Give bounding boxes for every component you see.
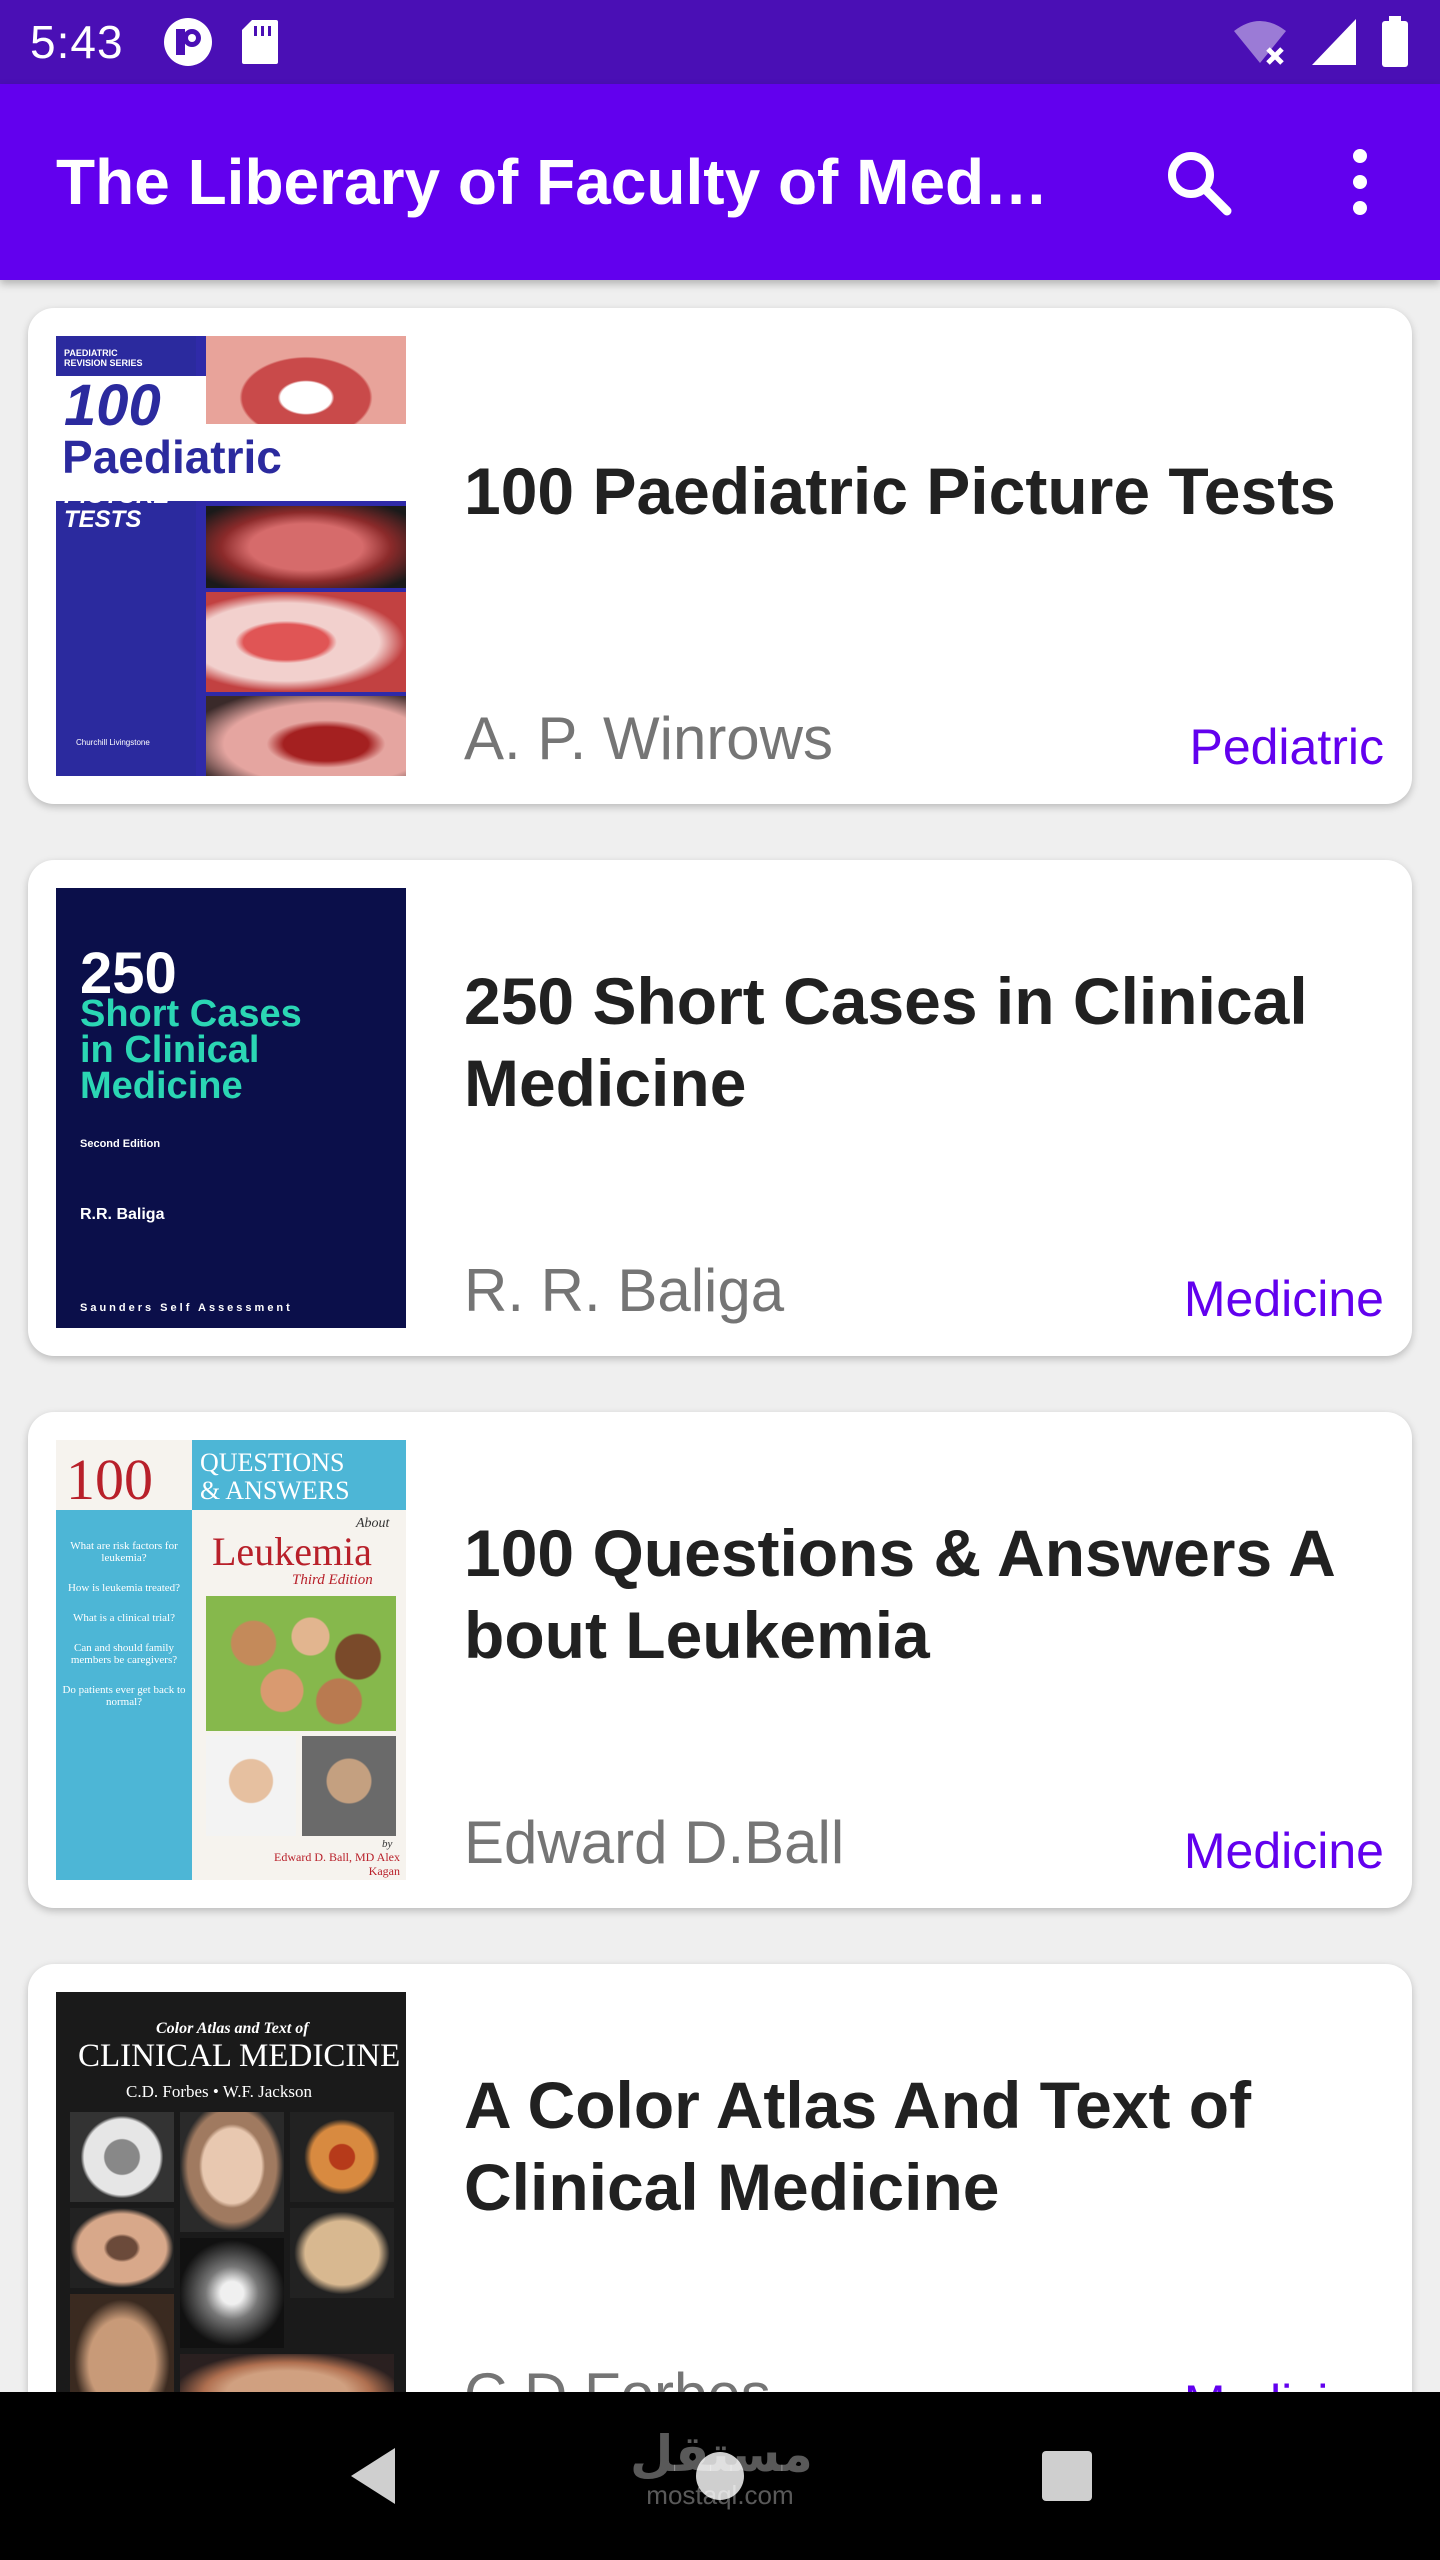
app-title: The Liberary of Faculty of Med… [56, 146, 1049, 218]
cover-photo-abdomen [290, 2208, 394, 2298]
book-card[interactable]: 100 QUESTIONS & ANSWERS What are risk fa… [28, 1412, 1412, 1908]
cover-qa2: & ANSWERS [200, 1476, 350, 1505]
cover-photo-retina [290, 2112, 394, 2202]
book-cover-image: Color Atlas and Text of CLINICAL MEDICIN… [56, 1992, 406, 2392]
book-list[interactable]: PAEDIATRIC REVISION SERIES 100 Paediatri… [0, 280, 1440, 2392]
cover-photo-4 [206, 696, 406, 776]
cover-word: Paediatric [62, 431, 282, 483]
cover-photo-xray [70, 2112, 174, 2202]
cover-question: How is leukemia treated? [67, 1582, 181, 1594]
recents-button[interactable] [1007, 2416, 1127, 2536]
cover-authors: Edward D. Ball, MD Alex Kagan [274, 1850, 400, 1878]
book-title: A Color Atlas And Text of Clinical Medic… [464, 2068, 1252, 2224]
cover-series-text: PAEDIATRIC REVISION SERIES [64, 348, 143, 368]
cover-line2: TESTS [64, 506, 142, 533]
book-category[interactable]: Medicine [1184, 1822, 1384, 1880]
book-card[interactable]: PAEDIATRIC REVISION SERIES 100 Paediatri… [28, 308, 1412, 804]
book-author: A. P. Winrows [464, 705, 833, 772]
cover-photo-2 [206, 506, 406, 588]
book-category[interactable]: Medicine [1184, 1270, 1384, 1328]
cover-photo-skin [180, 2354, 394, 2392]
cover-authors: C.D. Forbes • W.F. Jackson [126, 2082, 312, 2101]
back-button[interactable] [313, 2416, 433, 2536]
book-title: 100 Questions & Answers A bout Leukemia [464, 1516, 1334, 1672]
cover-edition: Third Edition [292, 1572, 373, 1588]
book-title: 100 Paediatric Picture Tests [464, 454, 1336, 528]
screen: 5:43 The Liberary of Faculty of Med… PAE… [0, 0, 1440, 2560]
more-vert-icon [1353, 149, 1367, 215]
watermark-domain: mostaql.com [646, 2480, 794, 2510]
search-icon [1168, 152, 1232, 216]
book-cover-image: 100 QUESTIONS & ANSWERS What are risk fa… [56, 1440, 406, 1880]
cover-photo-nurse [206, 1736, 296, 1836]
cover-photo-scan [180, 2238, 284, 2348]
book-card[interactable]: 250 Short Cases in Clinical Medicine Sec… [28, 860, 1412, 1356]
cover-photo-eye [70, 2208, 174, 2288]
cover-publisher: Churchill Livingstone [76, 738, 150, 747]
book-category[interactable]: Pediatric [1189, 718, 1384, 776]
status-time: 5:43 [30, 16, 124, 68]
cover-author: R.R. Baliga [80, 1206, 165, 1223]
status-bar: 5:43 [0, 0, 1440, 84]
cover-question: Can and should family members be caregiv… [70, 1642, 178, 1666]
status-notification-icons [162, 16, 280, 68]
cover-question: What are risk factors for leukemia? [70, 1540, 178, 1564]
book-cover-image: PAEDIATRIC REVISION SERIES 100 Paediatri… [56, 336, 406, 776]
cover-photo-children [206, 1596, 396, 1731]
cover-photo-face [180, 2112, 284, 2232]
cover-by: by [382, 1838, 393, 1850]
cover-line1: Short Cases [80, 993, 302, 1035]
search-button[interactable] [1158, 142, 1238, 222]
back-triangle-icon [351, 2448, 396, 2504]
cover-question: What is a clinical trial? [72, 1612, 175, 1624]
cover-photo-1 [206, 336, 406, 424]
cover-word: Leukemia [212, 1529, 372, 1574]
cover-footer: Saunders Self Assessment [80, 1302, 293, 1314]
status-system-icons [1232, 16, 1410, 68]
cover-line2: in Clinical [80, 1029, 260, 1071]
cover-question-list: What are risk factors for leukemia? How … [62, 1540, 186, 1708]
cover-word: CLINICAL MEDICINE [78, 2038, 401, 2074]
app-bar: The Liberary of Faculty of Med… [0, 84, 1440, 280]
cover-top: Color Atlas and Text of [156, 2020, 309, 2037]
book-card[interactable]: Color Atlas and Text of CLINICAL MEDICIN… [28, 1964, 1412, 2392]
cover-question: Do patients ever get back to normal? [62, 1684, 186, 1708]
book-author: R. R. Baliga [464, 1257, 785, 1324]
sd-card-icon [241, 20, 278, 64]
cover-photo-hand [70, 2294, 174, 2392]
cover-line3: Medicine [80, 1065, 243, 1107]
cover-edition: Second Edition [80, 1138, 161, 1150]
recents-square-icon [1041, 2451, 1092, 2501]
cover-number: 100 [66, 1447, 153, 1512]
book-author: Edward D.Ball [464, 1809, 845, 1876]
more-options-button[interactable] [1320, 142, 1400, 222]
book-author: C.D.Forbes [464, 2360, 771, 2392]
cell-signal-icon [1312, 19, 1356, 65]
book-cover-image: 250 Short Cases in Clinical Medicine Sec… [56, 888, 406, 1328]
app-actions [1158, 142, 1400, 222]
cover-number: 100 [64, 373, 161, 438]
book-category[interactable]: Medicine [1184, 2374, 1384, 2392]
watermark-arabic: مستقل [630, 2426, 813, 2482]
cover-qa1: QUESTIONS [200, 1448, 345, 1477]
watermark: مستقل mostaql.com [630, 2426, 813, 2511]
cover-photo-3 [206, 592, 406, 692]
battery-icon [1382, 16, 1408, 67]
app-notification-icon [163, 18, 212, 66]
cover-photo-man [302, 1736, 396, 1836]
wifi-off-icon [1234, 21, 1286, 65]
book-title: 250 Short Cases in Clinical Medicine [464, 964, 1308, 1120]
